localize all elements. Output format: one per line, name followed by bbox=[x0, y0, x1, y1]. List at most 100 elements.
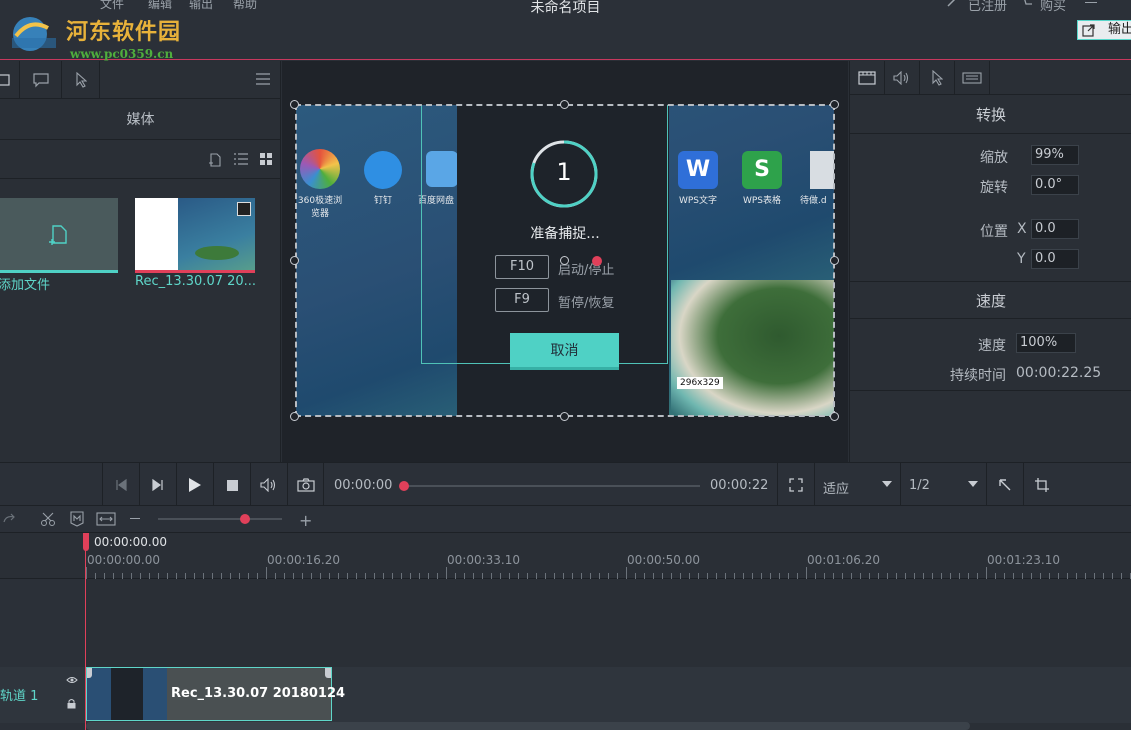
media-toolbar bbox=[0, 141, 281, 179]
total-time: 00:00:22 bbox=[710, 478, 769, 493]
rotate-label: 旋转 bbox=[980, 180, 1008, 196]
skip-back-button[interactable] bbox=[102, 463, 139, 507]
speaker-icon bbox=[893, 71, 911, 85]
clip-trim-right-handle[interactable] bbox=[325, 668, 331, 678]
tab-keyboard[interactable] bbox=[955, 61, 990, 95]
speed-field[interactable]: 100% bbox=[1016, 333, 1076, 353]
zoom-slider-knob[interactable] bbox=[240, 514, 250, 524]
playhead[interactable] bbox=[85, 533, 86, 730]
fit-dropdown[interactable]: 适应 bbox=[814, 463, 900, 507]
zoom-out-icon[interactable] bbox=[130, 518, 140, 519]
export-button[interactable]: 输出 bbox=[1077, 20, 1131, 40]
new-folder-icon[interactable] bbox=[208, 153, 222, 167]
scale-field[interactable]: 99% bbox=[1031, 145, 1079, 165]
playhead-handle[interactable] bbox=[83, 533, 89, 551]
fit-timeline-icon[interactable] bbox=[96, 512, 116, 526]
film-icon bbox=[0, 73, 12, 87]
play-icon bbox=[188, 477, 202, 493]
properties-tabs bbox=[850, 61, 1131, 95]
playhead-time: 00:00:00.00 bbox=[94, 535, 167, 549]
buy-link[interactable]: 购买 bbox=[1040, 0, 1066, 14]
resize-handle[interactable] bbox=[290, 100, 299, 109]
duration-value: 00:00:22.25 bbox=[1016, 365, 1102, 381]
comment-icon bbox=[32, 72, 50, 88]
position-label: 位置 bbox=[980, 224, 1008, 240]
title-bar: 文件 编辑 输出 帮助 未命名项目 河东软件园 www.pc0359.cn 已注… bbox=[0, 0, 1131, 61]
rotate-field[interactable]: 0.0° bbox=[1031, 175, 1079, 195]
progress-knob[interactable] bbox=[399, 481, 409, 491]
snapshot-button[interactable] bbox=[287, 463, 324, 507]
lock-icon[interactable] bbox=[67, 698, 76, 709]
add-file-tile[interactable] bbox=[0, 198, 118, 273]
resize-handle[interactable] bbox=[560, 412, 569, 421]
pop-out-button[interactable] bbox=[986, 463, 1023, 507]
eye-icon[interactable] bbox=[66, 676, 78, 684]
ruler-label: 00:00:00.00 bbox=[87, 553, 160, 567]
media-tabs bbox=[0, 61, 281, 99]
resize-handle[interactable] bbox=[560, 100, 569, 109]
speed-label: 速度 bbox=[978, 338, 1006, 354]
export-label: 输出 bbox=[1108, 22, 1131, 37]
clip-thumbnail[interactable] bbox=[135, 198, 255, 273]
chevron-down-icon bbox=[968, 481, 978, 488]
ruler-label: 00:01:23.10 bbox=[987, 553, 1060, 567]
tab-video[interactable] bbox=[850, 61, 885, 95]
video-icon bbox=[858, 71, 876, 85]
position-y-field[interactable]: 0.0 bbox=[1031, 249, 1079, 269]
cursor-icon bbox=[75, 72, 87, 88]
transport-bar: 00:00:00 00:00:22 适应 1/2 bbox=[0, 462, 1131, 507]
crop-button[interactable] bbox=[1023, 463, 1060, 507]
zoom-in-icon[interactable]: + bbox=[299, 511, 312, 530]
position-y-label: Y bbox=[1017, 251, 1026, 267]
quality-dropdown[interactable]: 1/2 bbox=[900, 463, 986, 507]
speed-section-title: 速度 bbox=[850, 281, 1131, 319]
fit-dropdown-value: 适应 bbox=[823, 482, 850, 497]
tab-cursor[interactable] bbox=[62, 61, 100, 99]
ruler-ticks bbox=[86, 567, 1131, 579]
resize-handle[interactable] bbox=[830, 100, 839, 109]
clip-filmstrip bbox=[87, 668, 167, 720]
transform-section-title: 转换 bbox=[850, 96, 1131, 134]
divider bbox=[850, 390, 1131, 391]
skip-back-icon bbox=[115, 479, 127, 491]
timeline-ruler[interactable]: 00:00:00.00 00:00:00.00 00:00:16.20 00:0… bbox=[0, 533, 1131, 579]
volume-button[interactable] bbox=[250, 463, 287, 507]
center-handle[interactable] bbox=[560, 256, 569, 265]
minimize-icon[interactable] bbox=[1085, 2, 1097, 3]
ruler-label: 00:00:16.20 bbox=[267, 553, 340, 567]
progress-track[interactable] bbox=[404, 485, 700, 487]
tab-cursor-props[interactable] bbox=[920, 61, 955, 95]
clip-label: Rec_13.30.07 20... bbox=[135, 274, 257, 289]
resize-handle[interactable] bbox=[290, 256, 299, 265]
resize-handle[interactable] bbox=[830, 256, 839, 265]
position-x-field[interactable]: 0.0 bbox=[1031, 219, 1079, 239]
fullscreen-button[interactable] bbox=[777, 463, 814, 507]
marker-icon[interactable] bbox=[70, 511, 84, 527]
track-label: 轨道 1 bbox=[0, 689, 39, 704]
step-forward-button[interactable] bbox=[139, 463, 176, 507]
current-time: 00:00:00 bbox=[334, 478, 393, 493]
scissors-icon[interactable] bbox=[40, 512, 56, 526]
resize-handle[interactable] bbox=[830, 412, 839, 421]
zoom-slider-track[interactable] bbox=[158, 518, 282, 520]
timeline-toolbar: + bbox=[0, 506, 1131, 533]
timeline-scrollbar[interactable] bbox=[86, 722, 970, 730]
resize-handle[interactable] bbox=[290, 412, 299, 421]
clip-trim-left-handle[interactable] bbox=[87, 668, 92, 678]
fullscreen-icon bbox=[789, 478, 803, 492]
watermark-url: www.pc0359.cn bbox=[70, 47, 174, 61]
play-button[interactable] bbox=[176, 463, 213, 507]
scale-label: 缩放 bbox=[980, 150, 1008, 166]
tab-media[interactable] bbox=[0, 61, 20, 99]
grid-view-icon[interactable] bbox=[260, 153, 272, 165]
redo-icon[interactable] bbox=[2, 512, 16, 526]
tab-audio[interactable] bbox=[885, 61, 920, 95]
registered-link[interactable]: 已注册 bbox=[968, 0, 1007, 14]
chevron-down-icon bbox=[882, 481, 892, 488]
tab-text[interactable] bbox=[20, 61, 62, 99]
list-view-icon[interactable] bbox=[234, 153, 248, 165]
ruler-label: 00:00:50.00 bbox=[627, 553, 700, 567]
stop-button[interactable] bbox=[213, 463, 250, 507]
menu-icon[interactable] bbox=[256, 73, 270, 85]
add-file-label: 添加文件 bbox=[0, 278, 51, 293]
